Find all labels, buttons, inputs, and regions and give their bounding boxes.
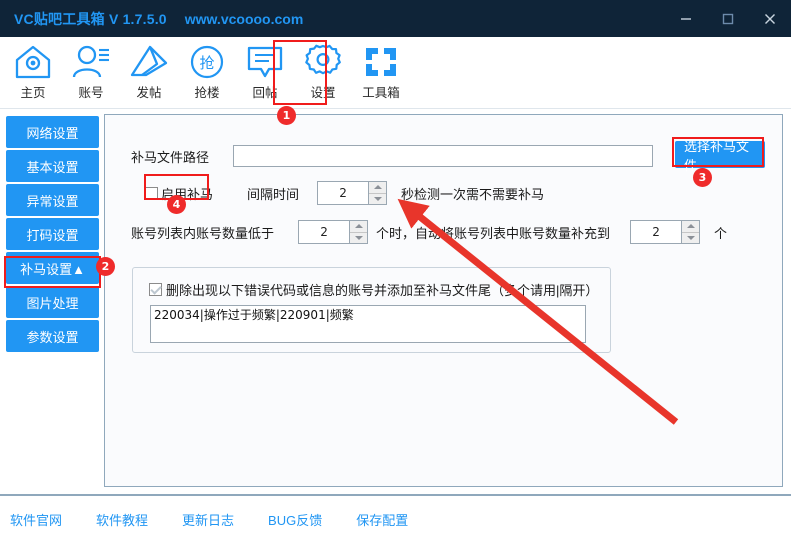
sidebar-item-exception[interactable]: 异常设置 bbox=[6, 184, 99, 216]
toolbar-item-account[interactable]: 账号 bbox=[62, 37, 120, 105]
toolbar-label: 设置 bbox=[310, 86, 336, 100]
app-title: VC贴吧工具箱 V 1.7.5.0 bbox=[14, 10, 167, 27]
footer-link-bug-report[interactable]: BUG反馈 bbox=[268, 510, 322, 529]
enable-refill-label: 启用补马 bbox=[161, 186, 214, 202]
file-path-label: 补马文件路径 bbox=[131, 149, 210, 165]
footer-links: 软件官网 软件教程 更新日志 BUG反馈 保存配置 bbox=[0, 496, 791, 543]
error-codes-textarea[interactable] bbox=[150, 305, 586, 343]
account-target-increment-button[interactable] bbox=[682, 221, 700, 233]
footer-link-changelog[interactable]: 更新日志 bbox=[182, 510, 234, 529]
sidebar-item-label: 异常设置 bbox=[26, 193, 79, 209]
svg-text:抢: 抢 bbox=[199, 54, 214, 72]
account-refill-middle-label: 个时，自动将账号列表中账号数量补充到 bbox=[376, 225, 611, 241]
sidebar-item-params[interactable]: 参数设置 bbox=[6, 320, 99, 352]
sidebar-item-label: 图片处理 bbox=[26, 295, 79, 311]
account-target-stepper[interactable]: 2 bbox=[630, 220, 701, 244]
account-target-stepper-arrows bbox=[682, 220, 701, 244]
toolbar-label: 主页 bbox=[20, 86, 46, 100]
delete-error-accounts-checkbox[interactable] bbox=[149, 283, 162, 296]
sidebar-item-network[interactable]: 网络设置 bbox=[6, 116, 99, 148]
sidebar-item-basic[interactable]: 基本设置 bbox=[6, 150, 99, 182]
interval-suffix-label: 秒检测一次需不需要补马 bbox=[401, 186, 545, 202]
enable-refill-checkbox[interactable] bbox=[145, 186, 158, 200]
toolbar-item-toolbox[interactable]: 工具箱 bbox=[352, 37, 410, 105]
settings-sidebar: 网络设置 基本设置 异常设置 打码设置 补马设置▲ 图片处理 参数设置 bbox=[6, 116, 99, 354]
account-low-stepper-arrows bbox=[350, 220, 369, 244]
interval-value[interactable]: 2 bbox=[317, 181, 370, 205]
footer-link-tutorial[interactable]: 软件教程 bbox=[96, 510, 148, 529]
window-controls bbox=[665, 0, 791, 37]
title-bar: VC贴吧工具箱 V 1.7.5.0 www.vcoooo.com bbox=[0, 0, 791, 37]
account-low-decrement-button[interactable] bbox=[350, 232, 368, 243]
main-toolbar: 主页 账号 发帖 抢 抢楼 回帖 设置 工具箱 bbox=[0, 37, 791, 110]
close-button[interactable] bbox=[749, 0, 791, 37]
enable-refill-row: 启用补马 间隔时间 2 秒检测一次需不需要补马 bbox=[145, 181, 544, 205]
toolbar-item-post[interactable]: 发帖 bbox=[120, 37, 178, 105]
choose-refill-file-label: 选择补马文件 bbox=[684, 138, 750, 173]
grab-circle-icon: 抢 bbox=[185, 41, 229, 83]
sidebar-item-label: 网络设置 bbox=[26, 125, 79, 141]
app-website-url: www.vcoooo.com bbox=[184, 10, 304, 27]
toolbar-divider bbox=[0, 108, 791, 109]
footer-link-save-config[interactable]: 保存配置 bbox=[356, 510, 408, 529]
delete-error-accounts-group: 删除出现以下错误代码或信息的账号并添加至补马文件尾（多个请用|隔开） bbox=[132, 267, 611, 353]
sidebar-item-label: 打码设置 bbox=[26, 227, 79, 243]
sidebar-item-label: 补马设置▲ bbox=[20, 261, 85, 277]
account-target-value[interactable]: 2 bbox=[630, 220, 683, 244]
home-icon bbox=[11, 41, 55, 83]
toolbar-label: 回帖 bbox=[252, 86, 278, 100]
interval-stepper[interactable]: 2 bbox=[317, 181, 388, 205]
interval-decrement-button[interactable] bbox=[369, 193, 387, 204]
delete-error-accounts-label: 删除出现以下错误代码或信息的账号并添加至补马文件尾（多个请用|隔开） bbox=[166, 283, 599, 298]
maximize-button[interactable] bbox=[707, 0, 749, 37]
settings-content-panel: 补马文件路径 选择补马文件 启用补马 间隔时间 2 秒检测一次需不需要补马 账号… bbox=[104, 114, 783, 487]
file-path-row: 补马文件路径 bbox=[131, 145, 654, 167]
sidebar-item-captcha[interactable]: 打码设置 bbox=[6, 218, 99, 250]
sidebar-item-label: 参数设置 bbox=[26, 329, 79, 345]
toolbar-item-settings[interactable]: 设置 bbox=[294, 37, 352, 105]
account-refill-row: 账号列表内账号数量低于 2 个时，自动将账号列表中账号数量补充到 2 个 bbox=[131, 220, 727, 244]
toolbar-label: 账号 bbox=[78, 86, 104, 100]
toolbar-label: 抢楼 bbox=[194, 86, 220, 100]
sidebar-item-image[interactable]: 图片处理 bbox=[6, 286, 99, 318]
minimize-button[interactable] bbox=[665, 0, 707, 37]
account-low-threshold-value[interactable]: 2 bbox=[298, 220, 351, 244]
account-target-decrement-button[interactable] bbox=[682, 232, 700, 243]
gear-icon bbox=[301, 41, 345, 83]
toolbar-item-home[interactable]: 主页 bbox=[4, 37, 62, 105]
toolbar-item-grab[interactable]: 抢 抢楼 bbox=[178, 37, 236, 105]
account-low-threshold-stepper[interactable]: 2 bbox=[298, 220, 369, 244]
account-refill-suffix-label: 个 bbox=[714, 225, 728, 241]
choose-refill-file-button[interactable]: 选择补马文件 bbox=[675, 139, 765, 173]
sidebar-item-label: 基本设置 bbox=[26, 159, 79, 175]
sidebar-item-refill[interactable]: 补马设置▲ bbox=[6, 252, 99, 284]
toolbar-item-reply[interactable]: 回帖 bbox=[236, 37, 294, 105]
interval-label: 间隔时间 bbox=[247, 186, 300, 202]
account-low-increment-button[interactable] bbox=[350, 221, 368, 233]
comment-icon bbox=[243, 41, 287, 83]
app-window: VC贴吧工具箱 V 1.7.5.0 www.vcoooo.com 主页 账号 发… bbox=[0, 0, 791, 543]
toolbar-label: 工具箱 bbox=[362, 86, 400, 100]
file-path-input[interactable] bbox=[233, 145, 654, 167]
interval-increment-button[interactable] bbox=[369, 182, 387, 194]
grid-icon bbox=[359, 41, 403, 83]
account-refill-prefix-label: 账号列表内账号数量低于 bbox=[131, 225, 275, 241]
interval-stepper-arrows bbox=[369, 181, 388, 205]
delete-error-accounts-row: 删除出现以下错误代码或信息的账号并添加至补马文件尾（多个请用|隔开） bbox=[149, 280, 598, 299]
pencil-icon bbox=[127, 41, 171, 83]
user-icon bbox=[69, 41, 113, 83]
toolbar-label: 发帖 bbox=[136, 86, 162, 100]
footer-link-website[interactable]: 软件官网 bbox=[10, 510, 62, 529]
